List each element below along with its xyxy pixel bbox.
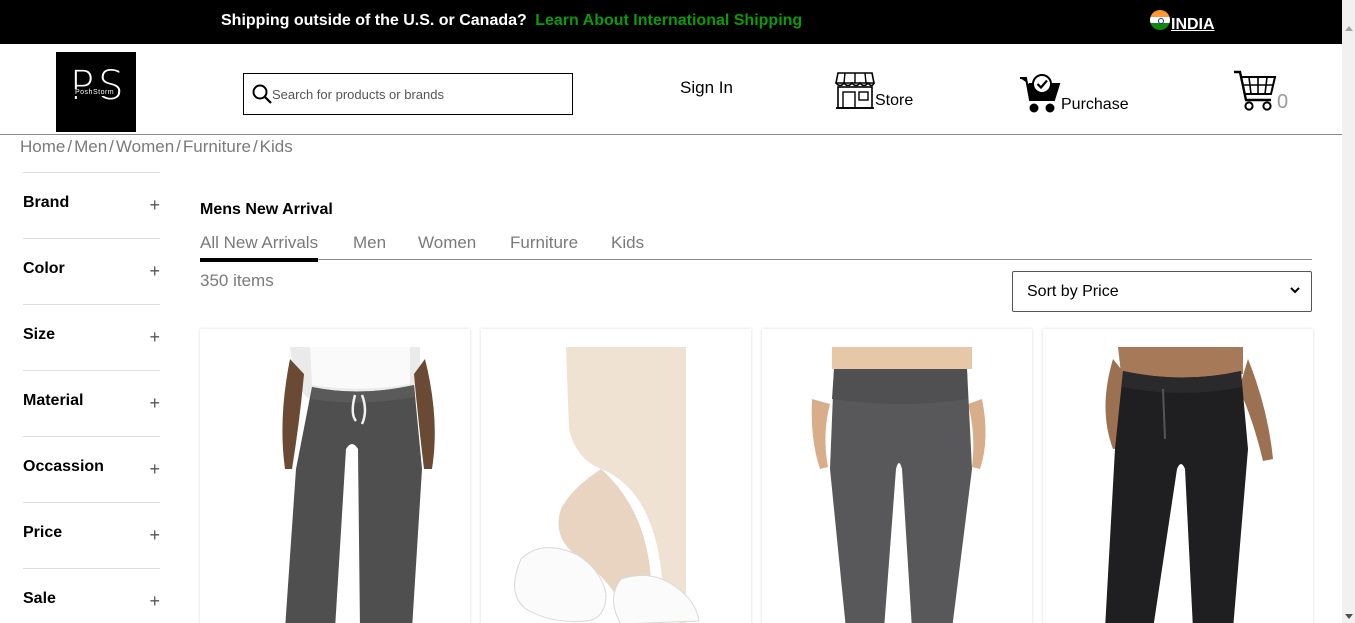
- breadcrumb-home[interactable]: Home: [20, 137, 65, 156]
- announcement-bar: Shipping outside of the U.S. or Canada? …: [0, 0, 1342, 44]
- purchase-cart-check-icon: [1020, 74, 1061, 113]
- store-label: Store: [875, 92, 914, 109]
- tab-all-new-arrivals[interactable]: All New Arrivals: [200, 233, 319, 262]
- product-image-gray-leggings: [781, 347, 1011, 623]
- sort-select[interactable]: Sort by Price: [1012, 271, 1312, 312]
- breadcrumb-kids[interactable]: Kids: [260, 137, 293, 156]
- page-scrollbar[interactable]: [1342, 0, 1355, 623]
- scrollbar-thumb[interactable]: [1344, 36, 1353, 596]
- tab-men[interactable]: Men: [353, 233, 386, 253]
- store-icon: [835, 72, 875, 109]
- chevron-down-icon: [1290, 287, 1300, 294]
- filter-label: Material: [23, 392, 84, 409]
- filter-sidebar: Brand + Color + Size + Material + Occass…: [23, 172, 160, 623]
- filter-sale[interactable]: Sale +: [23, 569, 160, 623]
- expand-plus-icon[interactable]: +: [149, 525, 160, 546]
- scroll-down-icon[interactable]: [1345, 614, 1353, 619]
- site-logo[interactable]: PS PoshStorm: [56, 52, 136, 132]
- breadcrumb-separator: /: [67, 137, 73, 156]
- search-box[interactable]: [243, 73, 573, 115]
- filter-label: Color: [23, 260, 65, 277]
- category-tabs: All New Arrivals Men Women Furniture Kid…: [200, 231, 1312, 262]
- logo-subtext: PoshStorm: [74, 89, 116, 96]
- expand-plus-icon[interactable]: +: [149, 459, 160, 480]
- international-shipping-link[interactable]: Learn About International Shipping: [535, 12, 802, 29]
- filter-brand[interactable]: Brand +: [23, 173, 160, 239]
- product-image-black-joggers: [1062, 347, 1292, 623]
- filter-occassion[interactable]: Occassion +: [23, 437, 160, 503]
- filter-color[interactable]: Color +: [23, 239, 160, 305]
- expand-plus-icon[interactable]: +: [149, 327, 160, 348]
- sort-selected-value: Sort by Price: [1027, 283, 1119, 300]
- cart-count: 0: [1277, 91, 1289, 113]
- product-card[interactable]: [200, 329, 470, 623]
- expand-plus-icon[interactable]: +: [149, 393, 160, 414]
- expand-plus-icon[interactable]: +: [149, 261, 160, 282]
- breadcrumb-men[interactable]: Men: [74, 137, 107, 156]
- filter-price[interactable]: Price +: [23, 503, 160, 569]
- store-link[interactable]: Store: [835, 70, 913, 110]
- filter-size[interactable]: Size +: [23, 305, 160, 371]
- search-input[interactable]: [272, 82, 562, 106]
- search-icon: [252, 84, 272, 104]
- filter-label: Sale: [23, 590, 56, 607]
- tab-kids[interactable]: Kids: [611, 233, 644, 253]
- items-count: 350 items: [200, 271, 274, 290]
- site-header: PS PoshStorm Sign In Store: [0, 44, 1342, 135]
- filter-material[interactable]: Material +: [23, 371, 160, 437]
- breadcrumb-women[interactable]: Women: [116, 137, 174, 156]
- expand-plus-icon[interactable]: +: [149, 591, 160, 612]
- shipping-message: Shipping outside of the U.S. or Canada? …: [221, 12, 802, 30]
- breadcrumb-furniture[interactable]: Furniture: [183, 137, 251, 156]
- logo-mark: PS: [70, 63, 128, 109]
- breadcrumb-separator: /: [252, 137, 258, 156]
- tab-women[interactable]: Women: [418, 233, 476, 253]
- expand-plus-icon[interactable]: +: [149, 195, 160, 216]
- product-card[interactable]: [1043, 329, 1313, 623]
- purchase-link[interactable]: Purchase: [1019, 72, 1129, 114]
- cart-icon: [1234, 70, 1277, 111]
- country-selector[interactable]: INDIA: [1150, 10, 1215, 33]
- breadcrumb-separator: /: [109, 137, 114, 156]
- product-card[interactable]: [762, 329, 1032, 623]
- product-image-white-ankle-socks: [500, 347, 730, 623]
- tab-furniture[interactable]: Furniture: [510, 233, 578, 253]
- shipping-text: Shipping outside of the U.S. or Canada?: [221, 12, 527, 29]
- filter-label: Size: [23, 326, 56, 343]
- india-flag-icon: [1150, 10, 1170, 30]
- breadcrumb-separator: /: [176, 137, 181, 156]
- scroll-up-icon[interactable]: [1345, 26, 1353, 31]
- cart-link[interactable]: 0: [1233, 68, 1288, 112]
- purchase-label: Purchase: [1061, 96, 1129, 113]
- filter-label: Occassion: [23, 458, 104, 475]
- filter-label: Brand: [23, 194, 70, 211]
- filter-label: Price: [23, 524, 63, 541]
- product-card[interactable]: [481, 329, 751, 623]
- country-name[interactable]: INDIA: [1171, 16, 1215, 34]
- breadcrumb: Home / Men / Women / Furniture / Kids: [20, 137, 293, 157]
- sign-in-link[interactable]: Sign In: [680, 78, 733, 98]
- section-title: Mens New Arrival: [200, 201, 333, 218]
- product-image-gray-joggers: [219, 347, 449, 623]
